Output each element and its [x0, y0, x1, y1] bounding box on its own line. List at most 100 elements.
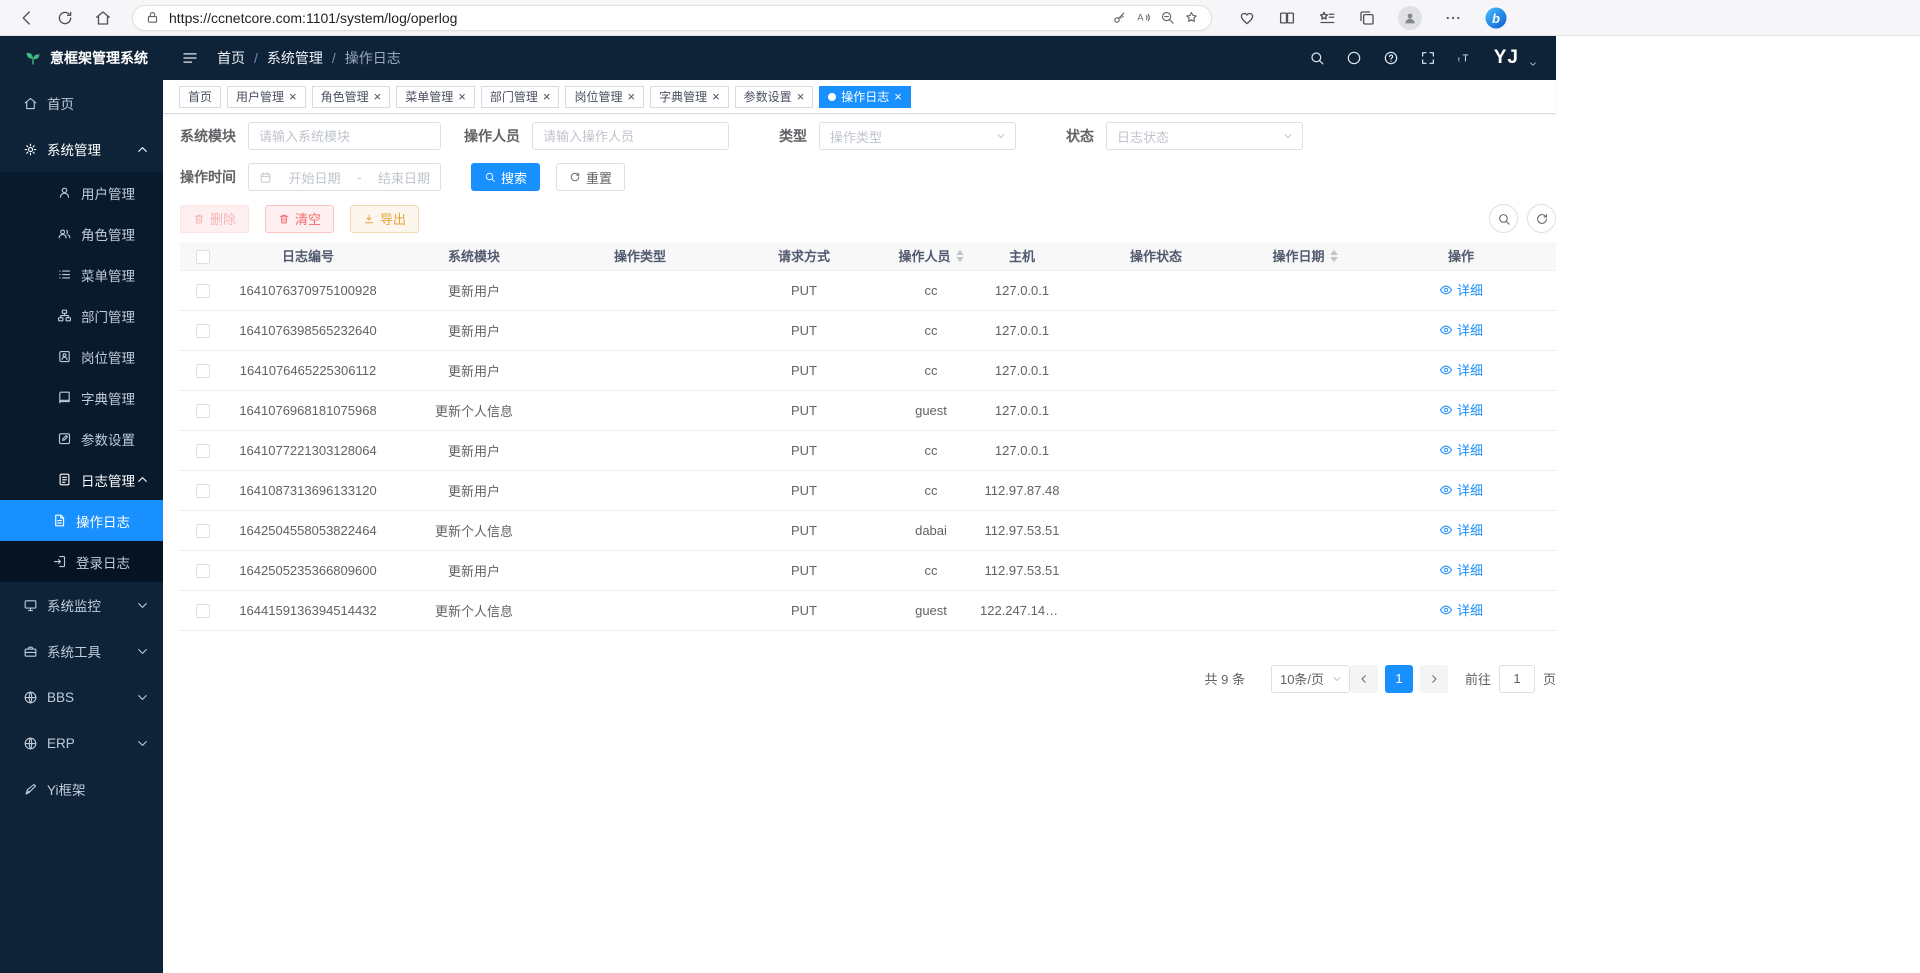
sort-carets-icon[interactable]	[956, 250, 964, 262]
toggle-search-button[interactable]	[1489, 204, 1518, 233]
font-size-icon[interactable]: tT	[1457, 50, 1473, 66]
sidebar-item-home[interactable]: 首页	[0, 80, 163, 126]
sidebar-item-erp[interactable]: ERP	[0, 720, 163, 766]
help-icon[interactable]	[1383, 50, 1399, 66]
breadcrumb-item[interactable]: 系统管理	[267, 48, 323, 68]
lock-icon[interactable]	[145, 10, 160, 25]
sidebar-item-log-management[interactable]: 日志管理	[0, 459, 163, 500]
favorites-star-icon[interactable]	[1184, 10, 1199, 25]
split-screen-icon[interactable]	[1278, 9, 1296, 27]
close-icon[interactable]: ×	[543, 90, 551, 103]
row-checkbox[interactable]	[196, 364, 210, 378]
row-checkbox[interactable]	[196, 604, 210, 618]
page-size-select[interactable]: 10条/页	[1271, 665, 1350, 693]
sidebar-item-parameter-settings[interactable]: 参数设置	[0, 418, 163, 459]
sidebar-item-operation-log[interactable]: 操作日志	[0, 500, 163, 541]
sidebar-item-bbs[interactable]: BBS	[0, 674, 163, 720]
browser-essentials-icon[interactable]	[1238, 9, 1256, 27]
detail-link[interactable]: 详细	[1439, 600, 1483, 619]
tab-menu-management[interactable]: 菜单管理×	[396, 86, 475, 108]
delete-button[interactable]: 删除	[180, 205, 249, 233]
close-icon[interactable]: ×	[797, 90, 805, 103]
sidebar-item-login-log[interactable]: 登录日志	[0, 541, 163, 582]
sidebar-item-yi-framework[interactable]: Yi框架	[0, 766, 163, 812]
user-logo[interactable]: YJ	[1494, 47, 1519, 69]
reset-button[interactable]: 重置	[556, 163, 625, 191]
tab-home[interactable]: 首页	[179, 86, 221, 108]
search-icon[interactable]	[1309, 50, 1325, 66]
sidebar-item-post-management[interactable]: 岗位管理	[0, 336, 163, 377]
more-options-icon[interactable]	[1444, 9, 1462, 27]
close-icon[interactable]: ×	[627, 90, 635, 103]
sidebar-item-system-monitoring[interactable]: 系统监控	[0, 582, 163, 628]
profile-avatar[interactable]	[1398, 6, 1422, 30]
copilot-icon[interactable]: b	[1484, 6, 1508, 30]
sort-carets-icon[interactable]	[1330, 250, 1338, 262]
sidebar-item-user-management[interactable]: 用户管理	[0, 172, 163, 213]
select-all-checkbox[interactable]	[196, 250, 210, 264]
row-checkbox[interactable]	[196, 284, 210, 298]
clear-button[interactable]: 清空	[265, 205, 334, 233]
refresh-icon[interactable]	[56, 9, 74, 27]
status-select[interactable]: 日志状态	[1106, 122, 1303, 150]
zoom-out-icon[interactable]	[1160, 10, 1175, 25]
tab-operation-log[interactable]: 操作日志×	[819, 86, 911, 108]
detail-link[interactable]: 详细	[1439, 360, 1483, 379]
password-key-icon[interactable]	[1112, 10, 1127, 25]
prev-page-button[interactable]	[1350, 665, 1378, 693]
fullscreen-icon[interactable]	[1420, 50, 1436, 66]
row-checkbox[interactable]	[196, 564, 210, 578]
sidebar-item-role-management[interactable]: 角色管理	[0, 213, 163, 254]
tab-role-management[interactable]: 角色管理×	[312, 86, 391, 108]
detail-link[interactable]: 详细	[1439, 400, 1483, 419]
tab-parameter-settings[interactable]: 参数设置×	[735, 86, 814, 108]
search-button[interactable]: 搜索	[471, 163, 540, 191]
sidebar-item-system-management[interactable]: 系统管理	[0, 126, 163, 172]
close-icon[interactable]: ×	[458, 90, 466, 103]
row-checkbox[interactable]	[196, 484, 210, 498]
row-checkbox[interactable]	[196, 444, 210, 458]
sidebar-item-department-management[interactable]: 部门管理	[0, 295, 163, 336]
tab-department-management[interactable]: 部门管理×	[481, 86, 560, 108]
hamburger-icon[interactable]	[181, 49, 199, 67]
close-icon[interactable]: ×	[894, 90, 902, 103]
read-aloud-icon[interactable]: A	[1136, 10, 1151, 25]
page-1-button[interactable]: 1	[1385, 665, 1413, 693]
sidebar-item-dictionary-management[interactable]: 字典管理	[0, 377, 163, 418]
detail-link[interactable]: 详细	[1439, 560, 1483, 579]
row-checkbox[interactable]	[196, 404, 210, 418]
address-bar[interactable]: https://ccnetcore.com:1101/system/log/op…	[132, 5, 1212, 31]
tab-dictionary-management[interactable]: 字典管理×	[650, 86, 729, 108]
collections-icon[interactable]	[1358, 9, 1376, 27]
type-select[interactable]: 操作类型	[819, 122, 1016, 150]
sidebar-item-system-tools[interactable]: 系统工具	[0, 628, 163, 674]
next-page-button[interactable]	[1420, 665, 1448, 693]
module-input[interactable]	[248, 122, 441, 150]
export-button[interactable]: 导出	[350, 205, 419, 233]
breadcrumb-item[interactable]: 首页	[217, 48, 245, 68]
home-icon[interactable]	[94, 9, 112, 27]
date-range-picker[interactable]: 开始日期 - 结束日期	[248, 163, 441, 191]
github-icon[interactable]	[1346, 50, 1362, 66]
detail-link[interactable]: 详细	[1439, 480, 1483, 499]
close-icon[interactable]: ×	[374, 90, 382, 103]
detail-link[interactable]: 详细	[1439, 320, 1483, 339]
sidebar-item-menu-management[interactable]: 菜单管理	[0, 254, 163, 295]
close-icon[interactable]: ×	[289, 90, 297, 103]
back-icon[interactable]	[18, 9, 36, 27]
chevron-down-icon[interactable]	[1528, 59, 1538, 69]
detail-link[interactable]: 详细	[1439, 520, 1483, 539]
detail-link[interactable]: 详细	[1439, 440, 1483, 459]
row-checkbox[interactable]	[196, 524, 210, 538]
column-header[interactable]: 操作日期	[1244, 242, 1366, 270]
detail-link[interactable]: 详细	[1439, 280, 1483, 299]
tab-user-management[interactable]: 用户管理×	[227, 86, 306, 108]
column-header[interactable]: 操作人员	[886, 242, 976, 270]
breadcrumb-item[interactable]: 操作日志	[345, 48, 401, 68]
app-logo[interactable]: 意框架管理系统	[0, 36, 163, 80]
refresh-table-button[interactable]	[1527, 204, 1556, 233]
row-checkbox[interactable]	[196, 324, 210, 338]
tab-post-management[interactable]: 岗位管理×	[565, 86, 644, 108]
url-text[interactable]: https://ccnetcore.com:1101/system/log/op…	[169, 10, 1103, 26]
goto-page-input[interactable]	[1499, 665, 1535, 693]
